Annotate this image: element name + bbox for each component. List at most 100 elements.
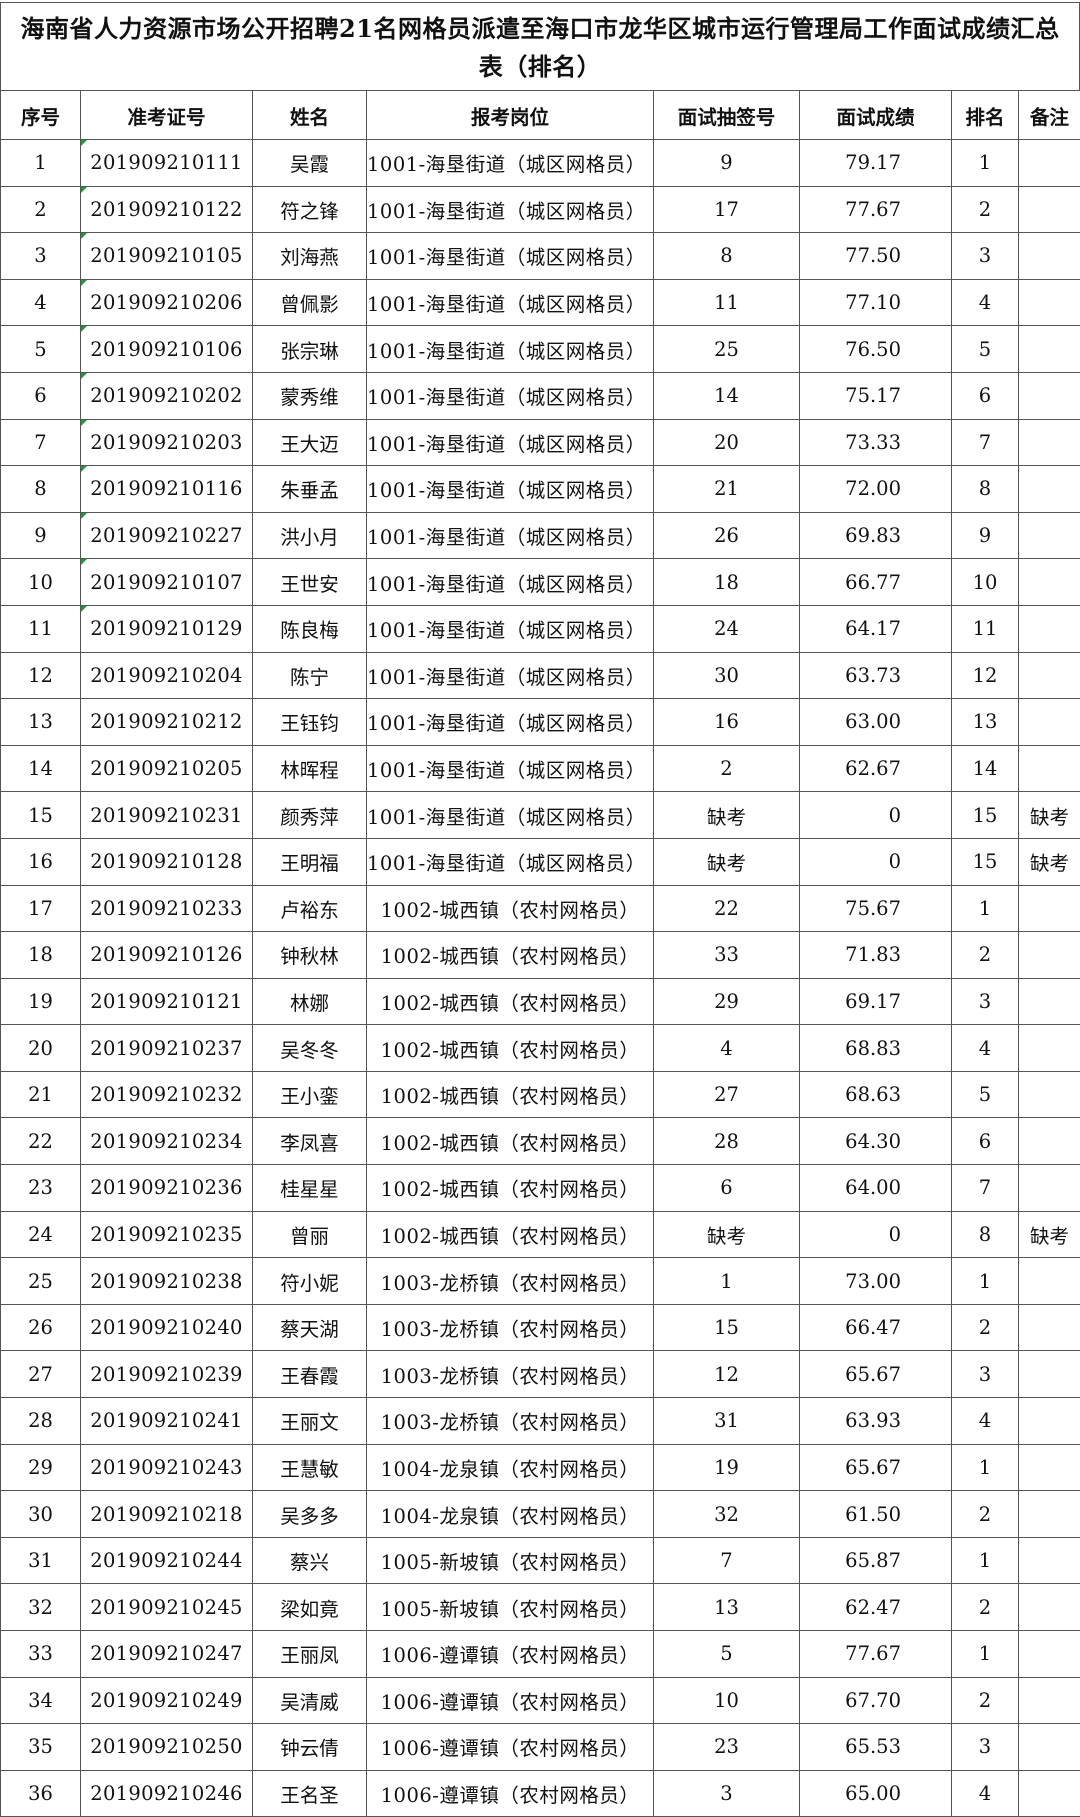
cell-post: 1001-海垦街道（城区网格员） [366, 837, 654, 886]
cell-no: 21 [0, 1070, 81, 1119]
cell-rank: 3 [951, 232, 1019, 280]
cell-rank: 14 [951, 744, 1019, 793]
cell-no: 22 [0, 1117, 81, 1166]
cell-draw-number: 20 [653, 418, 800, 467]
cell-rank: 8 [951, 465, 1019, 513]
cell-name: 蔡天湖 [252, 1303, 367, 1352]
cell-score: 69.17 [799, 977, 952, 1026]
cell-exam-id: 201909210235 [80, 1210, 253, 1259]
cell-draw-number: 16 [653, 698, 800, 746]
cell-comment-marker-icon [81, 513, 87, 519]
cell-exam-id: 201909210205 [80, 744, 253, 793]
table-header-row: 序号 准考证号 姓名 报考岗位 面试抽签号 面试成绩 排名 备注 [0, 90, 1080, 140]
cell-exam-id: 201909210105 [80, 232, 253, 280]
title-line-1: 海南省人力资源市场公开招聘21名网格员派遣至海口市龙华区城市运行管理局工作面试成… [20, 14, 1060, 43]
cell-name: 王小銮 [252, 1070, 367, 1119]
cell-post: 1001-海垦街道（城区网格员） [366, 651, 654, 700]
cell-note [1018, 744, 1080, 793]
cell-exam-id: 201909210107 [80, 558, 253, 606]
cell-post: 1006-遵谭镇（农村网格员） [366, 1676, 654, 1725]
cell-no: 17 [0, 884, 81, 933]
table-row: 11 201909210129 陈良梅 1001-海垦街道（城区网格员） 24 64.17… [0, 604, 1080, 653]
table-row: 19 201909210121 林娜 1002-城西镇（农村网格员） 29 69.17 3 [0, 977, 1080, 1026]
cell-post: 1002-城西镇（农村网格员） [366, 884, 654, 933]
cell-note [1018, 371, 1080, 420]
cell-exam-id: 201909210126 [80, 931, 253, 979]
cell-draw-number: 25 [653, 325, 800, 373]
cell-name: 吴多多 [252, 1490, 367, 1538]
cell-rank: 2 [951, 931, 1019, 979]
cell-name: 吴清威 [252, 1676, 367, 1725]
cell-note: 缺考 [1018, 1210, 1080, 1259]
cell-score: 67.70 [799, 1676, 952, 1725]
cell-post: 1001-海垦街道（城区网格员） [366, 278, 654, 327]
cell-post: 1003-龙桥镇（农村网格员） [366, 1397, 654, 1445]
cell-draw-number: 32 [653, 1490, 800, 1538]
cell-post: 1006-遵谭镇（农村网格员） [366, 1769, 654, 1817]
cell-score: 68.83 [799, 1024, 952, 1072]
cell-score: 69.83 [799, 511, 952, 560]
cell-no: 18 [0, 931, 81, 979]
cell-no: 28 [0, 1397, 81, 1445]
cell-rank: 3 [951, 1723, 1019, 1771]
cell-note [1018, 1024, 1080, 1072]
cell-rank: 5 [951, 325, 1019, 373]
cell-score: 65.87 [799, 1536, 952, 1585]
cell-draw-number: 22 [653, 884, 800, 933]
cell-name: 王大迈 [252, 418, 367, 467]
cell-name: 王钰钧 [252, 698, 367, 746]
cell-note [1018, 139, 1080, 187]
cell-post: 1002-城西镇（农村网格员） [366, 1117, 654, 1166]
cell-note [1018, 1117, 1080, 1166]
cell-rank: 4 [951, 1397, 1019, 1445]
cell-draw-number: 4 [653, 1024, 800, 1072]
cell-draw-number: 33 [653, 931, 800, 979]
cell-exam-id: 201909210232 [80, 1070, 253, 1119]
cell-score: 65.53 [799, 1723, 952, 1771]
table-row: 32 201909210245 梁如竟 1005-新坡镇（农村网格员） 13 62.47 2 [0, 1583, 1080, 1631]
cell-draw-number: 13 [653, 1583, 800, 1631]
table-row: 6 201909210202 蒙秀维 1001-海垦街道（城区网格员） 14 75.17 6 [0, 371, 1080, 420]
table-row: 33 201909210247 王丽凤 1006-遵谭镇（农村网格员） 5 77.67 1 [0, 1630, 1080, 1678]
cell-comment-marker-icon [81, 606, 87, 612]
header-draw-number: 面试抽签号 [653, 90, 800, 140]
cell-no: 26 [0, 1303, 81, 1352]
cell-draw-number: 18 [653, 558, 800, 606]
cell-score: 77.67 [799, 1630, 952, 1678]
cell-note [1018, 1490, 1080, 1538]
cell-score: 68.63 [799, 1070, 952, 1119]
cell-draw-number: 28 [653, 1117, 800, 1166]
cell-no: 31 [0, 1536, 81, 1585]
cell-score: 73.00 [799, 1257, 952, 1305]
cell-comment-marker-icon [81, 233, 87, 240]
cell-name: 钟云倩 [252, 1723, 367, 1771]
cell-rank: 6 [951, 371, 1019, 420]
cell-name: 刘海燕 [252, 232, 367, 280]
cell-no: 16 [0, 837, 81, 886]
header-name: 姓名 [252, 90, 367, 140]
cell-post: 1001-海垦街道（城区网格员） [366, 604, 654, 653]
cell-note [1018, 511, 1080, 560]
cell-post: 1001-海垦街道（城区网格员） [366, 185, 654, 234]
table-row: 7 201909210203 王大迈 1001-海垦街道（城区网格员） 20 73.33 7 [0, 418, 1080, 467]
cell-exam-id: 201909210212 [80, 698, 253, 746]
cell-post: 1001-海垦街道（城区网格员） [366, 232, 654, 280]
cell-exam-id: 201909210247 [80, 1630, 253, 1678]
cell-draw-number: 10 [653, 1676, 800, 1725]
cell-score: 65.67 [799, 1350, 952, 1399]
cell-comment-marker-icon [81, 420, 87, 426]
cell-name: 蔡兴 [252, 1536, 367, 1585]
cell-rank: 5 [951, 1070, 1019, 1119]
cell-comment-marker-icon [81, 140, 87, 146]
cell-name: 林晖程 [252, 744, 367, 793]
cell-note [1018, 185, 1080, 234]
table-row: 35 201909210250 钟云倩 1006-遵谭镇（农村网格员） 23 65.53 3 [0, 1723, 1080, 1771]
cell-rank: 1 [951, 1257, 1019, 1305]
cell-draw-number: 17 [653, 185, 800, 234]
cell-name: 王慧敏 [252, 1443, 367, 1492]
document-title: 海南省人力资源市场公开招聘21名网格员派遣至海口市龙华区城市运行管理局工作面试成… [0, 2, 1080, 90]
cell-name: 梁如竟 [252, 1583, 367, 1631]
cell-note: 缺考 [1018, 837, 1080, 886]
cell-name: 符之锋 [252, 185, 367, 234]
cell-no: 14 [0, 744, 81, 793]
